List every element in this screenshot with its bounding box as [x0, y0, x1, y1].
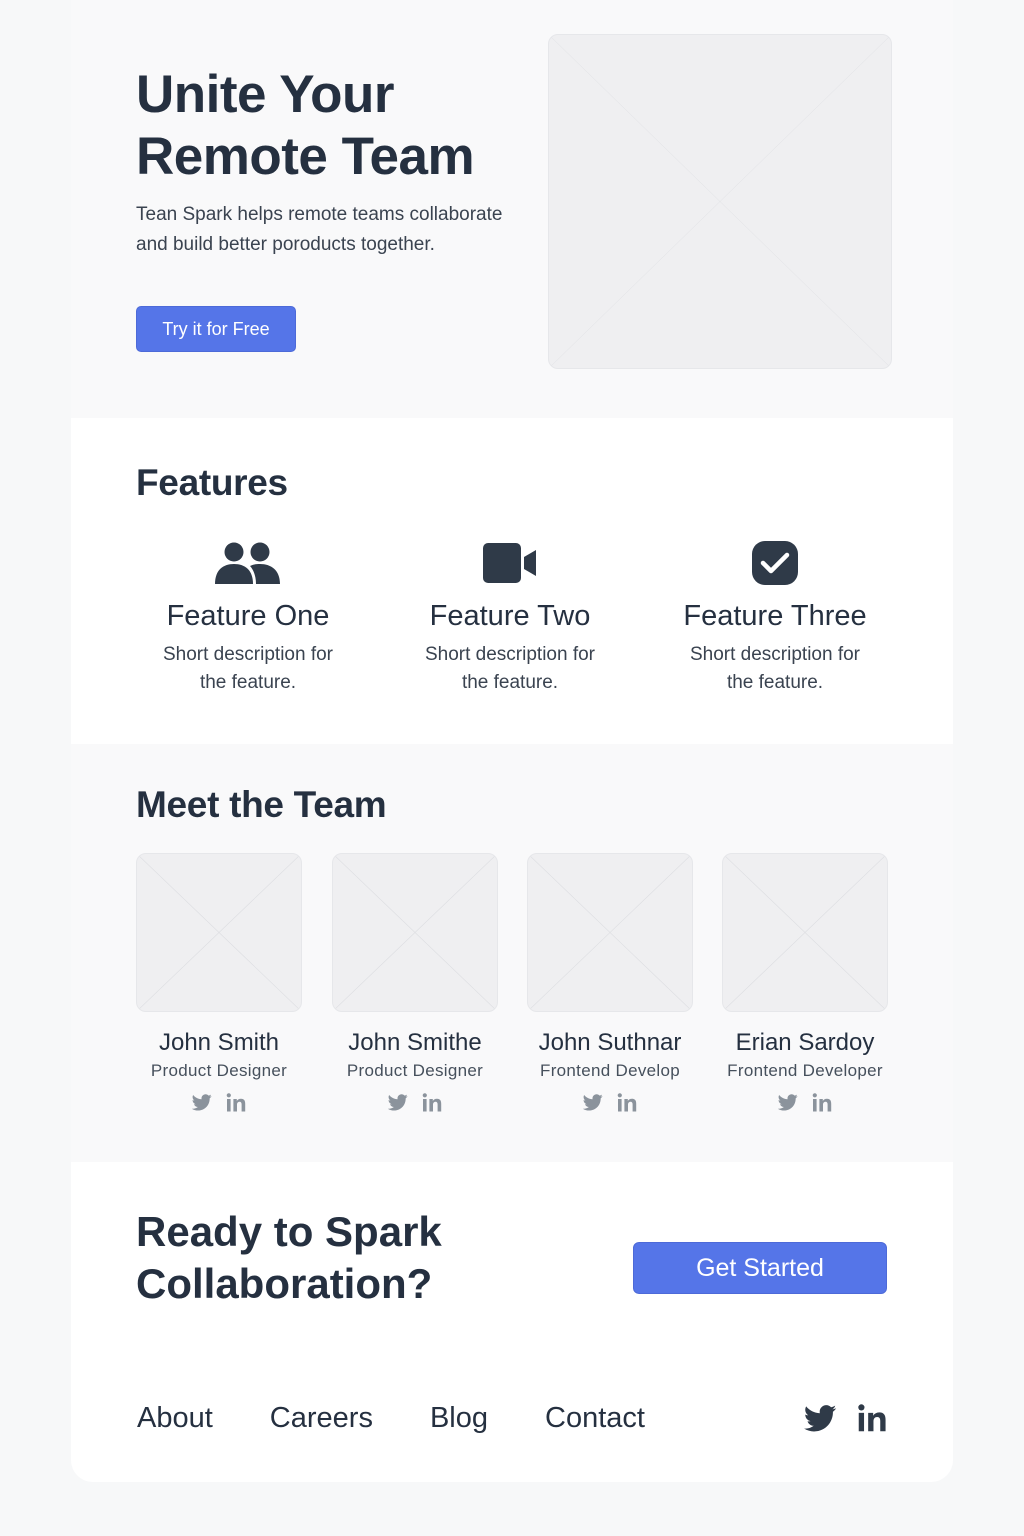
team-member-role: Frontend Develop — [540, 1061, 680, 1080]
twitter-icon[interactable] — [192, 1094, 212, 1111]
team-member-name: John Smith — [158, 1029, 280, 1056]
footer-link-contact[interactable]: Contact — [545, 1402, 645, 1435]
image-placeholder-icon — [137, 854, 301, 1011]
linkedin-icon[interactable] — [812, 1093, 832, 1112]
image-placeholder-icon — [723, 854, 887, 1011]
team-member-name: Erian Sardoy — [735, 1029, 875, 1056]
feature-card: Feature Three Short description for the … — [660, 538, 890, 697]
try-free-button[interactable]: Try it for Free — [136, 306, 296, 352]
feature-description: Short description for the feature. — [162, 644, 334, 693]
team-member-socials — [527, 1093, 693, 1112]
team-section: Meet the Team John Smith Product Designe… — [71, 744, 953, 1162]
team-member-role: Product Designer — [346, 1061, 484, 1080]
team-member-name: John Suthnar — [538, 1029, 682, 1056]
hero-section: Unite Your Remote Team Tean Spark helps … — [71, 0, 953, 418]
feature-title: Feature Three — [683, 600, 867, 632]
cta-title-line2: Collaboration? — [136, 1260, 433, 1307]
team-member-photo — [136, 853, 302, 1012]
feature-title: Feature Two — [429, 600, 591, 632]
twitter-icon[interactable] — [804, 1404, 837, 1432]
hero-image-placeholder — [548, 34, 892, 369]
landing-page: Unite Your Remote Team Tean Spark helps … — [71, 0, 953, 1482]
footer-link-careers[interactable]: Careers — [270, 1402, 373, 1435]
feature-description: Short description for the feature. — [689, 644, 861, 693]
footer-socials — [804, 1404, 887, 1432]
image-placeholder-icon — [333, 854, 497, 1011]
linkedin-icon[interactable] — [617, 1093, 637, 1112]
cta-title: Ready to Spark Collaboration? — [136, 1206, 442, 1310]
team-member-card: John Smithe Product Designer — [332, 853, 498, 1112]
team-member-card: Erian Sardoy Frontend Developer — [722, 853, 888, 1112]
team-title: Meet the Team — [136, 784, 387, 825]
checkbox-icon — [660, 538, 890, 588]
footer-nav: About Careers Blog Contact — [137, 1402, 702, 1435]
twitter-icon[interactable] — [583, 1094, 603, 1111]
feature-card: Feature One Short description for the fe… — [133, 538, 363, 697]
video-camera-icon — [395, 538, 625, 588]
linkedin-icon[interactable] — [226, 1093, 246, 1112]
features-title: Features — [136, 462, 288, 503]
team-member-photo — [527, 853, 693, 1012]
team-member-socials — [136, 1093, 302, 1112]
footer-link-about[interactable]: About — [137, 1402, 213, 1435]
team-member-socials — [722, 1093, 888, 1112]
team-member-socials — [332, 1093, 498, 1112]
cta-section: Ready to Spark Collaboration? Get Starte… — [71, 1162, 953, 1358]
cta-title-line1: Ready to Spark — [136, 1208, 442, 1255]
team-member-role: Product Designer — [150, 1061, 288, 1080]
feature-card: Feature Two Short description for the fe… — [395, 538, 625, 697]
twitter-icon[interactable] — [388, 1094, 408, 1111]
team-member-name: John Smithe — [348, 1029, 482, 1056]
team-member-card: John Smith Product Designer — [136, 853, 302, 1112]
linkedin-icon[interactable] — [857, 1404, 887, 1432]
footer-link-blog[interactable]: Blog — [430, 1402, 488, 1435]
get-started-button[interactable]: Get Started — [633, 1242, 887, 1294]
footer: About Careers Blog Contact — [71, 1358, 953, 1482]
features-section: Features Feature One Short description f… — [71, 418, 953, 744]
twitter-icon[interactable] — [778, 1094, 798, 1111]
image-placeholder-icon — [549, 35, 891, 368]
users-icon — [133, 538, 363, 588]
hero-title-line2: Remote Team — [136, 127, 475, 186]
feature-title: Feature One — [166, 600, 330, 632]
feature-description: Short description for the feature. — [424, 644, 596, 693]
hero-subtitle: Tean Spark helps remote teams collaborat… — [136, 204, 503, 255]
image-placeholder-icon — [528, 854, 692, 1011]
team-member-card: John Suthnar Frontend Develop — [527, 853, 693, 1112]
team-member-role: Frontend Developer — [727, 1061, 883, 1080]
team-member-photo — [722, 853, 888, 1012]
team-member-photo — [332, 853, 498, 1012]
hero-title-line1: Unite Your — [136, 65, 395, 124]
hero-title: Unite Your Remote Team — [136, 64, 556, 188]
linkedin-icon[interactable] — [422, 1093, 442, 1112]
